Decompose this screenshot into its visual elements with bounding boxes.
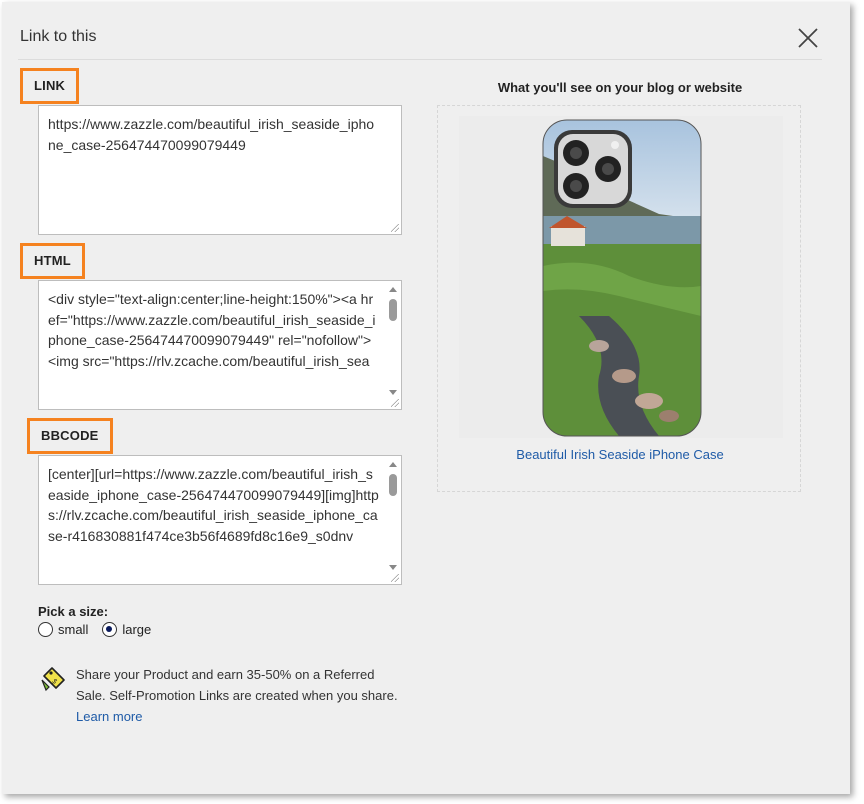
link-textarea[interactable]: https://www.zazzle.com/beautiful_irish_s… xyxy=(38,105,402,235)
preview-title: What you'll see on your blog or website xyxy=(497,80,743,95)
promo-text: Share your Product and earn 35-50% on a … xyxy=(76,664,406,727)
html-label-highlight: HTML xyxy=(20,243,85,279)
size-small-label[interactable]: small xyxy=(58,622,88,637)
resize-handle[interactable] xyxy=(391,399,399,407)
bbcode-value: [center][url=https://www.zazzle.com/beau… xyxy=(48,466,379,544)
link-dialog: Link to this LINK https://www.zazzle.com… xyxy=(2,2,850,794)
scroll-up-icon[interactable] xyxy=(389,287,397,292)
resize-handle[interactable] xyxy=(391,224,399,232)
size-large-label[interactable]: large xyxy=(122,622,151,637)
resize-handle[interactable] xyxy=(391,574,399,582)
product-image[interactable] xyxy=(459,116,783,438)
scroll-up-icon[interactable] xyxy=(389,462,397,467)
html-textarea[interactable]: <div style="text-align:center;line-heigh… xyxy=(38,280,402,410)
promo-message: Share your Product and earn 35-50% on a … xyxy=(76,667,398,703)
title-divider xyxy=(18,59,822,60)
dialog-title: Link to this xyxy=(20,28,97,45)
scroll-down-icon[interactable] xyxy=(389,565,397,570)
bbcode-scrollbar[interactable] xyxy=(387,458,399,570)
referral-tag-icon: $ xyxy=(41,667,65,692)
learn-more-link[interactable]: Learn more xyxy=(76,709,142,724)
link-label-highlight: LINK xyxy=(20,68,80,104)
bbcode-label-highlight: BBCODE xyxy=(27,418,113,454)
link-value: https://www.zazzle.com/beautiful_irish_s… xyxy=(48,116,375,153)
size-label: Pick a size: xyxy=(38,604,109,619)
size-large-radio[interactable] xyxy=(102,622,118,637)
link-label: LINK xyxy=(34,78,66,93)
size-small-radio[interactable] xyxy=(38,622,53,637)
html-label: HTML xyxy=(34,253,71,268)
size-radio-group: small large xyxy=(38,622,151,637)
product-link[interactable]: Beautiful Irish Seaside iPhone Case xyxy=(438,447,802,462)
html-scrollbar[interactable] xyxy=(387,283,399,395)
html-value: <div style="text-align:center;line-heigh… xyxy=(48,291,376,369)
scroll-thumb[interactable] xyxy=(389,474,397,496)
scroll-down-icon[interactable] xyxy=(389,390,397,395)
bbcode-textarea[interactable]: [center][url=https://www.zazzle.com/beau… xyxy=(38,455,402,585)
bbcode-label: BBCODE xyxy=(41,428,99,443)
close-icon[interactable] xyxy=(794,24,822,52)
scroll-thumb[interactable] xyxy=(389,299,397,321)
